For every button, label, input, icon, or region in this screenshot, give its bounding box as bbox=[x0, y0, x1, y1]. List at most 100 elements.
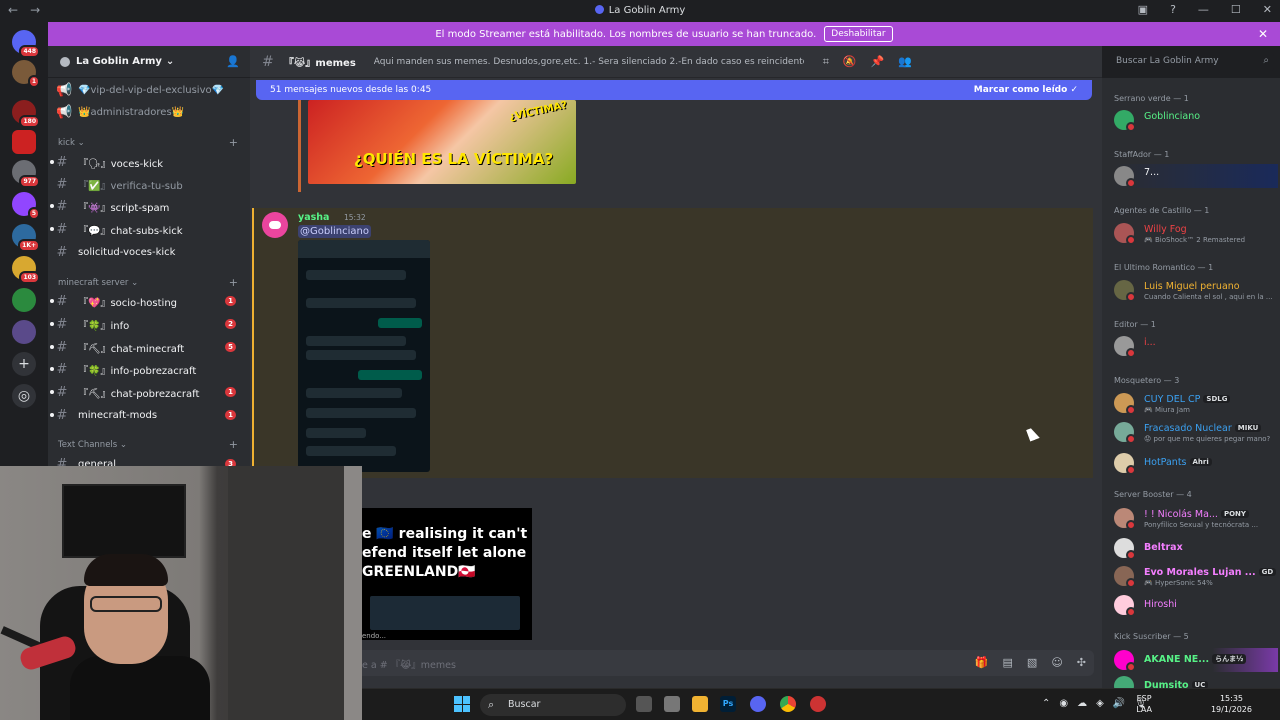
hash-icon: # bbox=[56, 154, 68, 170]
video-attachment[interactable]: e 🇪🇺 realising it can't efend itself let… bbox=[360, 508, 532, 640]
video-thumbnail[interactable]: ¿QUIÉN ES LA VÍCTIMA? ¿VÍCTIMA? bbox=[308, 100, 576, 184]
unread-dot bbox=[50, 299, 54, 303]
composer-actions: 🎁 ▤ ▧ ☺ ✣ bbox=[975, 656, 1086, 669]
discord-icon[interactable] bbox=[750, 696, 766, 712]
help-icon[interactable]: ? bbox=[1170, 3, 1176, 16]
channel-item[interactable]: # 『🗣』voces-kick bbox=[50, 152, 242, 172]
sticker-icon[interactable]: ▧ bbox=[1027, 656, 1037, 669]
task-view-icon[interactable] bbox=[636, 696, 652, 712]
server-icon[interactable]: 1 bbox=[12, 60, 40, 88]
channel-item[interactable]: # solicitud-voces-kick bbox=[56, 242, 242, 262]
mark-as-read-button[interactable]: Marcar como leído ✓ bbox=[974, 85, 1078, 95]
app-icon[interactable] bbox=[664, 696, 680, 712]
pin-icon[interactable]: 📌 bbox=[871, 55, 885, 69]
search-input[interactable]: Buscar La Goblin Army ⌕ bbox=[1110, 53, 1274, 71]
member-row[interactable]: Fracasado Nuclear MIKU 😟 por que me quiere… bbox=[1114, 420, 1278, 444]
channel-item[interactable]: 📢 💎vip-del-vip-del-exclusivo💎 bbox=[56, 80, 242, 100]
channel-label: solicitud-voces-kick bbox=[78, 246, 176, 258]
gif-icon[interactable]: ▤ bbox=[1003, 656, 1013, 669]
server-icon[interactable]: 977 bbox=[12, 160, 40, 188]
inbox-icon[interactable]: ▣ bbox=[1138, 3, 1148, 16]
member-row[interactable]: Hiroshi bbox=[1114, 593, 1278, 617]
hash-icon: # bbox=[56, 407, 68, 423]
channel-topic[interactable]: Aqui manden sus memes. Desnudos,gore,etc… bbox=[374, 57, 804, 67]
channel-item[interactable]: # 『💖』socio-hosting 1 bbox=[50, 291, 242, 311]
window-title: La Goblin Army bbox=[0, 5, 1280, 16]
server-icon[interactable]: 1K+ bbox=[12, 224, 40, 252]
disable-streamer-button[interactable]: Deshabilitar bbox=[824, 26, 893, 42]
server-icon[interactable] bbox=[12, 320, 36, 344]
member-row[interactable]: ! ! Nicolás Ma... PONY Ponyfílico Sexual y… bbox=[1114, 506, 1278, 530]
new-messages-bar[interactable]: 51 mensajes nuevos desde las 0:45 Marcar… bbox=[256, 80, 1092, 100]
category-kick[interactable]: kick ⌄ + bbox=[58, 136, 240, 149]
video-caption: e 🇪🇺 realising it can't efend itself let… bbox=[362, 526, 528, 580]
server-icon[interactable]: 180 bbox=[12, 100, 40, 128]
guild-header[interactable]: La Goblin Army ⌄ 👤 bbox=[48, 46, 250, 78]
channel-item[interactable]: # 『✅』verifica-tu-sub bbox=[56, 174, 242, 194]
member-row[interactable]: Luis Miguel peruano Cuando Calienta el so… bbox=[1114, 278, 1278, 302]
tray-icon[interactable]: ◉ bbox=[1059, 698, 1068, 709]
minimize-icon[interactable]: — bbox=[1198, 3, 1209, 16]
direct-messages-button[interactable]: 448 bbox=[12, 30, 40, 58]
file-explorer-icon[interactable] bbox=[692, 696, 708, 712]
member-row[interactable]: HotPants Ahri bbox=[1114, 451, 1278, 475]
user-mention[interactable]: @Goblinciano bbox=[298, 225, 371, 238]
threads-icon[interactable]: ⌗ bbox=[823, 55, 829, 69]
server-icon[interactable] bbox=[12, 288, 36, 312]
channel-item[interactable]: # 『⛏』chat-pobrezacraft 1 bbox=[50, 382, 242, 402]
channel-label: 『👾』script-spam bbox=[78, 202, 170, 214]
channel-item[interactable]: # 『🍀』info-pobrezacraft bbox=[50, 359, 242, 379]
tray-icon[interactable]: ☁ bbox=[1077, 698, 1087, 709]
add-channel-icon[interactable]: + bbox=[229, 438, 238, 451]
add-server-icon[interactable]: + bbox=[12, 352, 36, 376]
member-row[interactable]: Goblinciano bbox=[1114, 108, 1278, 132]
category-text-channels[interactable]: Text Channels ⌄ + bbox=[58, 438, 240, 451]
gift-icon[interactable]: 🎁 bbox=[975, 656, 989, 669]
start-button[interactable] bbox=[454, 696, 470, 712]
channel-item[interactable]: # 『🍀』info 2 bbox=[50, 314, 242, 334]
language-indicator[interactable]: ESP LAA bbox=[1136, 693, 1152, 715]
app-icon[interactable] bbox=[810, 696, 826, 712]
member-status: 🎮 BioShock™ 2 Remastered bbox=[1144, 236, 1246, 244]
server-icon[interactable]: 103 bbox=[12, 256, 40, 284]
emoji-icon[interactable]: ☺ bbox=[1051, 656, 1062, 669]
channel-item[interactable]: # 『👾』script-spam bbox=[50, 196, 242, 216]
notifications-off-icon[interactable]: 🔕 bbox=[843, 55, 857, 69]
apps-icon[interactable]: ✣ bbox=[1077, 656, 1086, 669]
member-row[interactable]: Willy Fog 🎮 BioShock™ 2 Remastered bbox=[1114, 221, 1278, 245]
chrome-icon[interactable] bbox=[780, 696, 796, 712]
channel-item[interactable]: 📢 👑administradores👑 bbox=[56, 102, 242, 122]
members-icon[interactable]: 👥 bbox=[898, 55, 912, 69]
add-member-icon[interactable]: 👤 bbox=[226, 55, 240, 68]
channel-item[interactable]: # 『⛏』chat-minecraft 5 bbox=[50, 337, 242, 357]
discover-icon[interactable]: ◎ bbox=[12, 384, 36, 408]
server-icon[interactable]: 5 bbox=[12, 192, 40, 220]
member-row[interactable]: Evo Morales Lujan ... GD 🎮 HyperSonic 54% bbox=[1114, 564, 1278, 588]
photoshop-icon[interactable]: Ps bbox=[720, 696, 736, 712]
member-row[interactable]: AKANE NE... らんま½ bbox=[1114, 648, 1278, 672]
maximize-icon[interactable]: ☐ bbox=[1231, 3, 1241, 16]
chevron-up-icon[interactable]: ⌃ bbox=[1042, 698, 1050, 709]
speaker-icon[interactable]: 🔊 bbox=[1113, 698, 1125, 709]
chat-screenshot-image[interactable] bbox=[298, 240, 430, 472]
add-channel-icon[interactable]: + bbox=[229, 136, 238, 149]
close-window-icon[interactable]: ✕ bbox=[1263, 3, 1272, 16]
server-badge: 5 bbox=[27, 207, 40, 220]
message-author[interactable]: yasha bbox=[298, 212, 329, 223]
channel-item[interactable]: # minecraft-mods 1 bbox=[50, 405, 242, 425]
avatar[interactable] bbox=[262, 212, 288, 238]
member-row[interactable]: CUY DEL CP SDLG 🎮 Miura Jam bbox=[1114, 391, 1278, 415]
channel-item[interactable]: # 『💬』chat-subs-kick bbox=[50, 219, 242, 239]
close-banner-icon[interactable]: ✕ bbox=[1258, 27, 1268, 41]
taskbar-search[interactable]: ⌕ Buscar bbox=[480, 694, 626, 716]
category-minecraft[interactable]: minecraft server ⌄ + bbox=[58, 276, 240, 289]
message-composer[interactable]: e a # 『😹』memes 🎁 ▤ ▧ ☺ ✣ bbox=[260, 650, 1094, 676]
member-row[interactable]: 7... bbox=[1114, 164, 1278, 188]
channel-label: 『⛏』chat-minecraft bbox=[78, 343, 185, 355]
clock[interactable]: 15:35 19/1/2026 bbox=[1211, 693, 1252, 715]
tray-icon[interactable]: ◈ bbox=[1096, 698, 1104, 709]
member-row[interactable]: Beltrax bbox=[1114, 536, 1278, 560]
server-icon[interactable] bbox=[12, 130, 36, 154]
member-row[interactable]: i... bbox=[1114, 334, 1278, 358]
add-channel-icon[interactable]: + bbox=[229, 276, 238, 289]
